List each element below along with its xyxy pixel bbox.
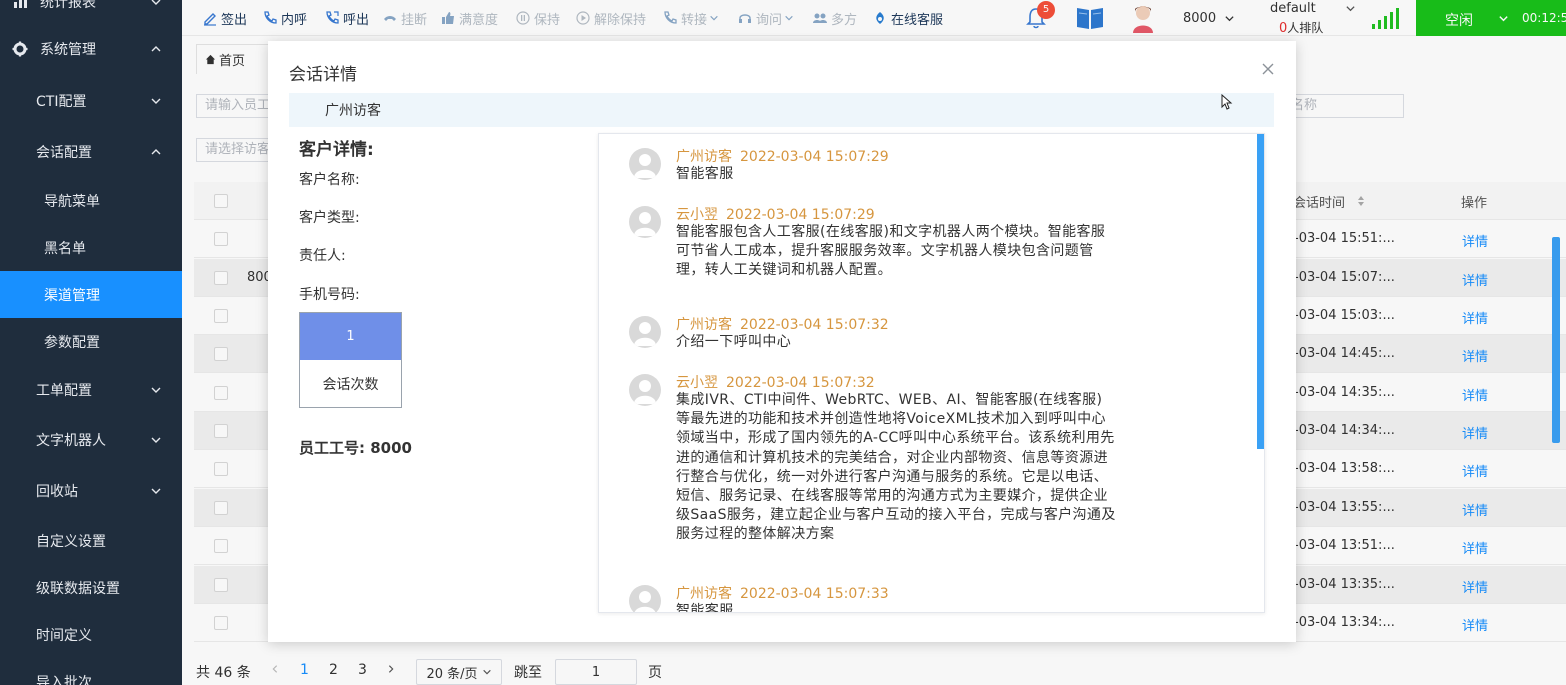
modal-title: 会话详情: [289, 65, 357, 85]
sidebar-item-ticket-config[interactable]: 工单配置: [0, 366, 182, 413]
user-avatar-icon: [629, 316, 661, 348]
message-text: 智能客服: [676, 166, 734, 182]
user-avatar-icon: [629, 148, 661, 180]
close-icon[interactable]: [1262, 63, 1274, 75]
chat-message: 广州访客 2022-03-04 15:07:32 介绍一下呼叫中心: [629, 314, 1129, 358]
chat-message: 云小翌 2022-03-04 15:07:32 集成IVR、CTI中间件、WebR…: [629, 372, 1129, 572]
sidebar-item-recycle-bin[interactable]: 回收站: [0, 467, 182, 514]
chat-history[interactable]: 广州访客 2022-03-04 15:07:29 智能客服 云小翌 2022-03-…: [598, 133, 1265, 613]
sidebar-item-params[interactable]: 参数配置: [0, 318, 182, 365]
sidebar: 统计报表 系统管理 CTI配置 会话配置 导航菜单 黑名单 渠道管理 参数配置 …: [0, 0, 182, 685]
sidebar-item-label: 会话配置: [36, 144, 92, 161]
sidebar-item-reports[interactable]: 统计报表: [0, 0, 182, 25]
chevron-down-icon: [151, 437, 161, 443]
message-text: 智能客服: [676, 603, 734, 613]
message-header: 云小翌 2022-03-04 15:07:29: [676, 204, 875, 224]
message-sender: 广州访客: [676, 317, 732, 333]
customer-detail-title: 客户详情:: [299, 140, 374, 160]
sidebar-item-label: 回收站: [36, 483, 78, 500]
message-sender: 云小翌: [676, 207, 718, 223]
customer-type-label: 客户类型:: [299, 210, 360, 226]
message-text: 智能客服包含人工客服(在线客服)和文字机器人两个模块。智能客服可节省人工成本，提…: [676, 224, 1106, 279]
sidebar-item-label: 导入批次: [36, 674, 92, 685]
sidebar-item-nav-menu[interactable]: 导航菜单: [0, 177, 182, 224]
chart-icon: [14, 0, 27, 8]
sidebar-item-label: 文字机器人: [36, 432, 106, 449]
chat-message: 云小翌 2022-03-04 15:07:29 智能客服包含人工客服(在线客服)和…: [629, 204, 1129, 304]
message-time: 2022-03-04 15:07:32: [726, 375, 875, 391]
mouse-cursor-icon: [1221, 94, 1233, 110]
sidebar-item-label: 导航菜单: [44, 193, 100, 210]
session-count-label: 会话次数: [322, 376, 379, 393]
owner-label: 责任人:: [299, 248, 346, 264]
chevron-up-icon: [151, 148, 161, 154]
phone-label: 手机号码:: [299, 287, 360, 303]
sidebar-item-label: 时间定义: [36, 627, 92, 644]
sidebar-item-import-batch[interactable]: 导入批次: [0, 658, 182, 685]
user-avatar-icon: [629, 585, 661, 612]
sidebar-item-label: 工单配置: [36, 382, 92, 399]
chevron-up-icon: [151, 45, 161, 51]
sidebar-item-label: CTI配置: [36, 93, 87, 110]
gear-icon: [12, 41, 28, 56]
chevron-down-icon: [151, 488, 161, 494]
sidebar-item-blacklist[interactable]: 黑名单: [0, 224, 182, 271]
visitor-name: 广州访客: [325, 103, 381, 119]
sidebar-item-label: 黑名单: [44, 240, 86, 257]
message-text: 介绍一下呼叫中心: [676, 334, 792, 350]
session-count-card: 1 会话次数: [299, 312, 402, 408]
chevron-down-icon: [151, 0, 161, 5]
session-count-value: 1: [300, 313, 401, 360]
message-time: 2022-03-04 15:07:32: [740, 317, 889, 333]
employee-id: 员工工号: 8000: [299, 439, 412, 457]
chat-message: 广州访客 2022-03-04 15:07:29 智能客服: [629, 146, 1129, 190]
sidebar-item-label: 自定义设置: [36, 533, 106, 550]
sidebar-item-label: 参数配置: [44, 334, 100, 351]
message-header: 广州访客 2022-03-04 15:07:29: [676, 146, 889, 166]
message-header: 广州访客 2022-03-04 15:07:33: [676, 583, 889, 603]
sidebar-item-cascade-data[interactable]: 级联数据设置: [0, 564, 182, 611]
sidebar-item-text-robot[interactable]: 文字机器人: [0, 416, 182, 463]
session-detail-modal: 会话详情 广州访客 客户详情: 客户名称: 客户类型: 责任人: 手机号码: 1…: [268, 41, 1296, 642]
user-avatar-icon: [629, 374, 661, 406]
customer-name-label: 客户名称:: [299, 172, 360, 188]
sidebar-item-custom-settings[interactable]: 自定义设置: [0, 517, 182, 564]
visitor-tab[interactable]: 广州访客: [289, 93, 1274, 127]
sidebar-item-session-config[interactable]: 会话配置: [0, 128, 182, 175]
message-sender: 广州访客: [676, 586, 732, 602]
message-header: 广州访客 2022-03-04 15:07:32: [676, 314, 889, 334]
sidebar-item-label: 级联数据设置: [36, 580, 120, 597]
message-time: 2022-03-04 15:07:33: [740, 586, 889, 602]
chevron-down-icon: [151, 387, 161, 393]
chat-scrollbar[interactable]: [1257, 134, 1264, 449]
chevron-down-icon: [151, 98, 161, 104]
message-header: 云小翌 2022-03-04 15:07:32: [676, 372, 875, 392]
message-sender: 云小翌: [676, 375, 718, 391]
message-time: 2022-03-04 15:07:29: [740, 149, 889, 165]
message-time: 2022-03-04 15:07:29: [726, 207, 875, 223]
message-text: 集成IVR、CTI中间件、WebRTC、WEB、AI、智能客服(在线客服)等最先…: [676, 392, 1116, 543]
sidebar-item-label: 系统管理: [40, 41, 96, 58]
sidebar-item-time-definition[interactable]: 时间定义: [0, 611, 182, 658]
sidebar-item-label: 统计报表: [40, 0, 96, 11]
user-avatar-icon: [629, 206, 661, 238]
sidebar-item-channel-management[interactable]: 渠道管理: [0, 271, 182, 318]
sidebar-item-system[interactable]: 系统管理: [0, 25, 182, 72]
message-sender: 广州访客: [676, 149, 732, 165]
sidebar-item-label: 渠道管理: [44, 287, 100, 304]
chat-message: 广州访客 2022-03-04 15:07:33 智能客服: [629, 583, 1129, 613]
sidebar-item-cti[interactable]: CTI配置: [0, 77, 182, 124]
